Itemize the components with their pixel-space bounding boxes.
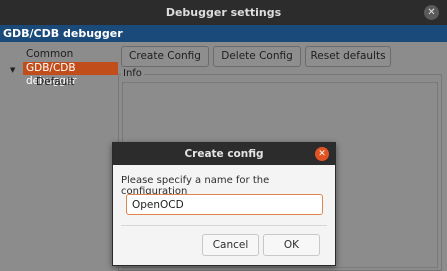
tree-item-gdb-cdb-debugger[interactable]: GDB/CDB debugger (23, 62, 118, 87)
ok-button[interactable]: OK (263, 234, 320, 256)
create-config-button[interactable]: Create Config (121, 46, 209, 67)
dialog-title: Create config (184, 148, 264, 160)
window-title: Debugger settings (165, 6, 282, 19)
delete-config-button[interactable]: Delete Config (213, 46, 301, 67)
info-label: Info (121, 68, 144, 79)
window-close-icon[interactable]: ✕ (424, 5, 439, 20)
config-name-input[interactable] (126, 194, 323, 215)
window-titlebar: Debugger settings ✕ (0, 0, 447, 25)
expand-arrow-icon[interactable]: ▼ (10, 66, 15, 74)
dialog-divider (121, 225, 327, 226)
dialog-titlebar: Create config ✕ (113, 143, 335, 165)
create-config-dialog: Create config ✕ Please specify a name fo… (112, 142, 336, 266)
section-header: GDB/CDB debugger (0, 25, 447, 42)
tree-item-common[interactable]: Common (26, 48, 73, 61)
reset-defaults-button[interactable]: Reset defaults (305, 46, 391, 67)
config-tree: Common ▼ GDB/CDB debugger Default (0, 42, 118, 271)
tree-item-default[interactable]: Default (36, 76, 74, 89)
cancel-button[interactable]: Cancel (202, 234, 259, 256)
dialog-close-icon[interactable]: ✕ (315, 147, 329, 161)
